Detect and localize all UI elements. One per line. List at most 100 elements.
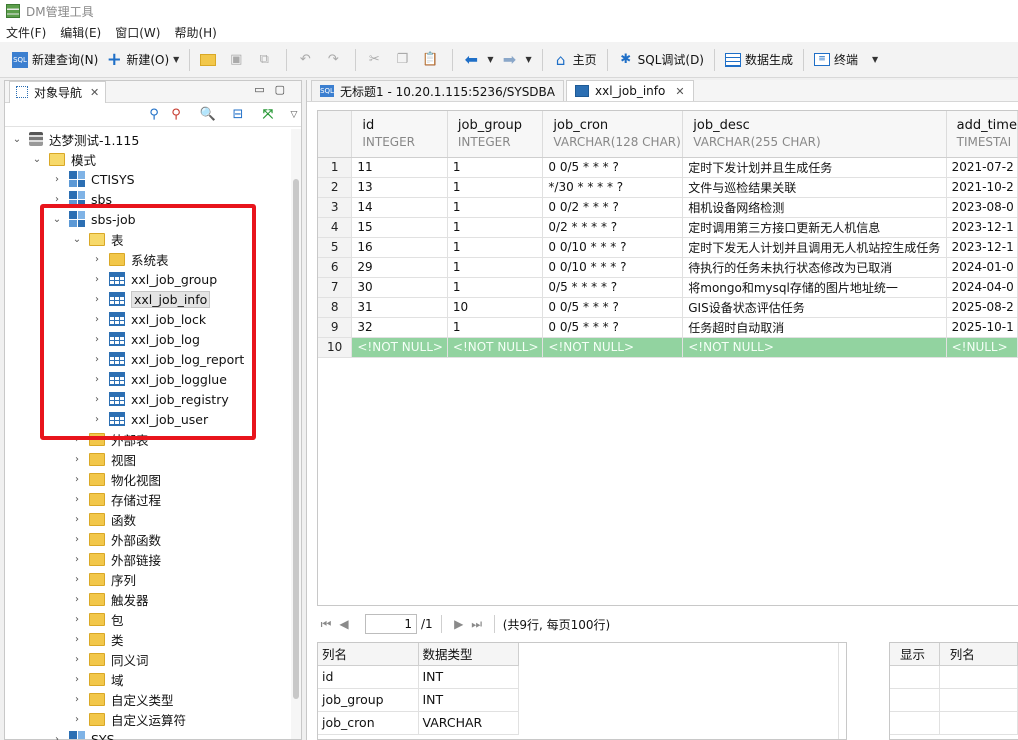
table-cell[interactable]: 11 (351, 157, 448, 178)
tree-node-folder[interactable]: › 序列 (71, 569, 136, 589)
chevron-right-icon[interactable]: › (71, 713, 83, 725)
table-cell[interactable]: GIS设备状态评估任务 (682, 297, 947, 318)
tree-node-folder[interactable]: › 域 (71, 669, 124, 689)
display-cell[interactable] (890, 711, 940, 735)
chevron-down-icon[interactable]: ▼ (872, 55, 878, 64)
table-cell[interactable]: 29 (351, 257, 448, 278)
new-row[interactable]: 10 <!NOT NULL> <!NOT NULL> <!NOT NULL> <!NOT… (318, 337, 1018, 358)
tree-node-table[interactable]: › xxl_job_user (91, 409, 208, 429)
chevron-right-icon[interactable]: › (51, 193, 63, 205)
row-number[interactable]: 7 (318, 277, 353, 298)
row-number[interactable]: 5 (318, 237, 353, 258)
tree-node-table[interactable]: › xxl_job_log (91, 329, 200, 349)
table-cell[interactable]: <!NOT NULL> (447, 337, 544, 358)
chevron-right-icon[interactable]: › (91, 413, 103, 425)
table-cell[interactable]: 定时下发计划并且生成任务 (682, 157, 947, 178)
display-cell[interactable] (939, 711, 1018, 735)
table-row[interactable]: 6 29 1 0 0/10 * * * ? 待执行的任务未执行状态修改为已取消 2024-… (318, 257, 1018, 278)
tree-node-schema[interactable]: › CTISYS (51, 169, 135, 189)
chevron-right-icon[interactable]: › (71, 653, 83, 665)
undo-button[interactable]: ↶ (293, 47, 321, 73)
navigator-scrollbar[interactable] (291, 129, 301, 739)
tree-node-tables-folder[interactable]: ⌄ 表 (71, 229, 124, 249)
table-cell[interactable]: 2023-12-1 (946, 217, 1018, 238)
column-info-type[interactable]: VARCHAR (418, 711, 519, 735)
tree-node-schema[interactable]: ⌄ sbs-job (51, 209, 136, 229)
chevron-right-icon[interactable]: › (71, 573, 83, 585)
column-info-name[interactable]: id (318, 665, 419, 689)
chevron-down-icon[interactable]: ⌄ (31, 153, 43, 165)
tree-node-folder[interactable]: › 物化视图 (71, 469, 161, 489)
column-header-name[interactable]: 列名 (318, 643, 419, 666)
next-page-icon[interactable]: ▶ (450, 617, 468, 631)
table-row[interactable]: 2 13 1 */30 * * * * ? 文件与巡检结果关联 2021-10-2 (318, 177, 1018, 198)
column-header[interactable]: job_group INTEGER (447, 111, 544, 158)
chevron-right-icon[interactable]: › (71, 673, 83, 685)
display-header-show[interactable]: 显示 (890, 643, 940, 666)
chevron-right-icon[interactable]: › (51, 733, 63, 740)
column-info-type[interactable]: INT (418, 665, 519, 689)
row-number[interactable]: 1 (318, 157, 353, 178)
column-info-name[interactable]: job_cron (318, 711, 419, 735)
table-cell[interactable]: 31 (351, 297, 448, 318)
table-cell[interactable]: <!NOT NULL> (542, 337, 684, 358)
column-info-row[interactable]: id INT (318, 665, 836, 689)
table-cell[interactable]: 14 (351, 197, 448, 218)
row-number[interactable]: 9 (318, 317, 353, 338)
chevron-right-icon[interactable]: › (71, 453, 83, 465)
prev-page-icon[interactable]: ◀ (335, 617, 353, 631)
chevron-right-icon[interactable]: › (71, 533, 83, 545)
home-button[interactable]: ⌂ 主页 (549, 47, 601, 73)
table-cell[interactable]: 0 0/10 * * * ? (542, 257, 684, 278)
chevron-right-icon[interactable]: › (91, 333, 103, 345)
table-cell[interactable]: <!NOT NULL> (682, 337, 947, 358)
table-cell[interactable]: <!NOT NULL> (351, 337, 448, 358)
menu-edit[interactable]: 编辑(E) (60, 24, 101, 41)
chevron-down-icon[interactable]: ⌄ (11, 133, 23, 145)
save-button[interactable]: ▣ (224, 47, 252, 73)
table-cell[interactable]: 待执行的任务未执行状态修改为已取消 (682, 257, 947, 278)
menu-window[interactable]: 窗口(W) (115, 24, 160, 41)
tree-node-table[interactable]: › xxl_job_info (91, 289, 211, 309)
row-number[interactable]: 10 (318, 337, 353, 358)
table-cell[interactable]: 1 (447, 237, 544, 258)
table-cell[interactable]: 2021-10-2 (946, 177, 1018, 198)
table-cell[interactable]: 32 (351, 317, 448, 338)
display-header-name[interactable]: 列名 (939, 643, 1018, 666)
row-number[interactable]: 3 (318, 197, 353, 218)
table-cell[interactable]: 1 (447, 257, 544, 278)
table-cell[interactable]: 0/2 * * * * ? (542, 217, 684, 238)
table-cell[interactable]: 2025-08-2 (946, 297, 1018, 318)
tree-node-folder[interactable]: › 触发器 (71, 589, 149, 609)
table-cell[interactable]: 2021-07-2 (946, 157, 1018, 178)
tree-node-folder[interactable]: › 同义词 (71, 649, 149, 669)
copy-button[interactable]: ❐ (390, 47, 418, 73)
tree-node-folder[interactable]: › 类 (71, 629, 124, 649)
chevron-down-icon[interactable]: ⌄ (51, 213, 63, 225)
tree-node-table[interactable]: › xxl_job_logglue (91, 369, 227, 389)
first-page-icon[interactable]: ⏮ (317, 617, 335, 632)
tree-node-table[interactable]: › xxl_job_group (91, 269, 217, 289)
tree-node-folder[interactable]: › 自定义类型 (71, 689, 174, 709)
table-row[interactable]: 3 14 1 0 0/2 * * * ? 相机设备网络检测 2023-08-0 (318, 197, 1018, 218)
tree-node-folder[interactable]: › 外部表 (71, 429, 149, 449)
table-row[interactable]: 9 32 1 0 0/5 * * * ? 任务超时自动取消 2025-10-1 (318, 317, 1018, 338)
display-cell[interactable] (890, 688, 940, 712)
table-cell[interactable]: 定时下发无人计划并且调用无人机站控生成任务 (682, 237, 947, 258)
chevron-right-icon[interactable]: › (91, 353, 103, 365)
scrollbar-thumb[interactable] (293, 179, 299, 699)
cut-button[interactable]: ✂ (362, 47, 390, 73)
table-cell[interactable]: 2023-08-0 (946, 197, 1018, 218)
row-number[interactable]: 2 (318, 177, 353, 198)
chevron-right-icon[interactable]: › (71, 493, 83, 505)
table-cell[interactable]: 0 0/2 * * * ? (542, 197, 684, 218)
table-cell[interactable]: 将mongo和mysql存储的图片地址统一 (682, 277, 947, 298)
close-icon[interactable]: ✕ (675, 85, 684, 98)
table-row[interactable]: 4 15 1 0/2 * * * * ? 定时调用第三方接口更新无人机信息 2023-12… (318, 217, 1018, 238)
row-number[interactable]: 4 (318, 217, 353, 238)
table-cell[interactable]: 0/5 * * * * ? (542, 277, 684, 298)
tree-node-folder[interactable]: › 包 (71, 609, 124, 629)
table-cell[interactable]: 文件与巡检结果关联 (682, 177, 947, 198)
table-cell[interactable]: 30 (351, 277, 448, 298)
display-cell[interactable] (939, 688, 1018, 712)
